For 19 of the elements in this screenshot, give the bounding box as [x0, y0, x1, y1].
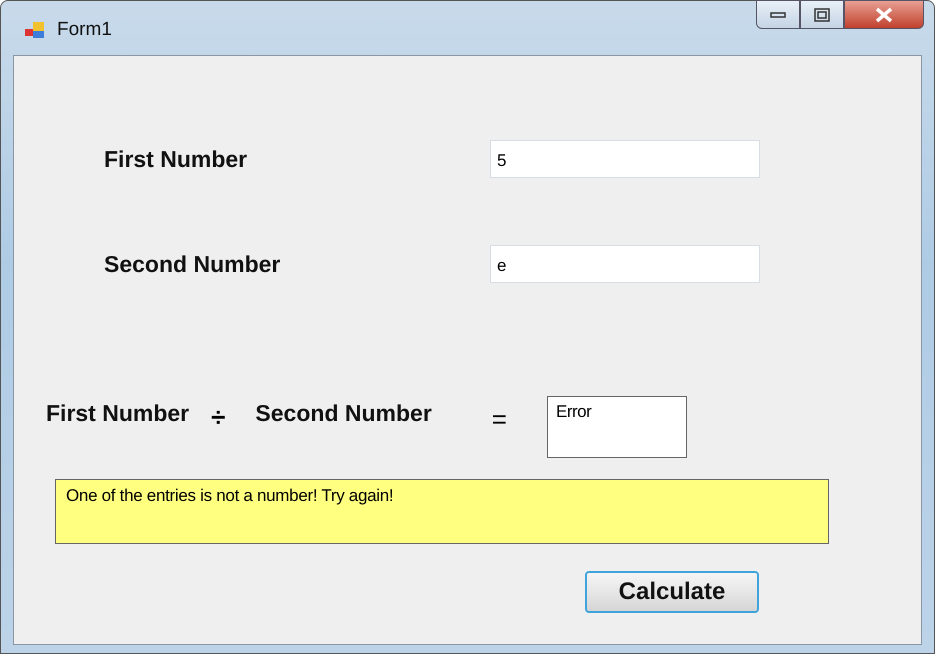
maximize-button[interactable] [800, 0, 844, 29]
result-box: Error [546, 396, 687, 458]
maximize-icon [814, 8, 830, 22]
window-title: Form1 [57, 19, 112, 41]
field-label: First Number [103, 146, 248, 172]
minimize-icon [770, 12, 786, 18]
equals-sign: = [492, 404, 507, 435]
expression-label: Second Number [255, 400, 432, 427]
close-button[interactable] [844, 0, 924, 29]
number-input[interactable]: 5 [490, 140, 760, 178]
field-label: Second Number [103, 250, 282, 278]
close-icon [874, 6, 894, 22]
minimize-button[interactable] [756, 0, 800, 29]
divide-sign: ÷ [211, 402, 226, 433]
calculate-button[interactable]: Calculate [585, 571, 759, 613]
expression-label: First Number [46, 400, 190, 427]
app-icon [25, 21, 45, 39]
number-input[interactable]: e [490, 245, 760, 283]
message-box: One of the entries is not a number! Try again! [55, 479, 829, 544]
